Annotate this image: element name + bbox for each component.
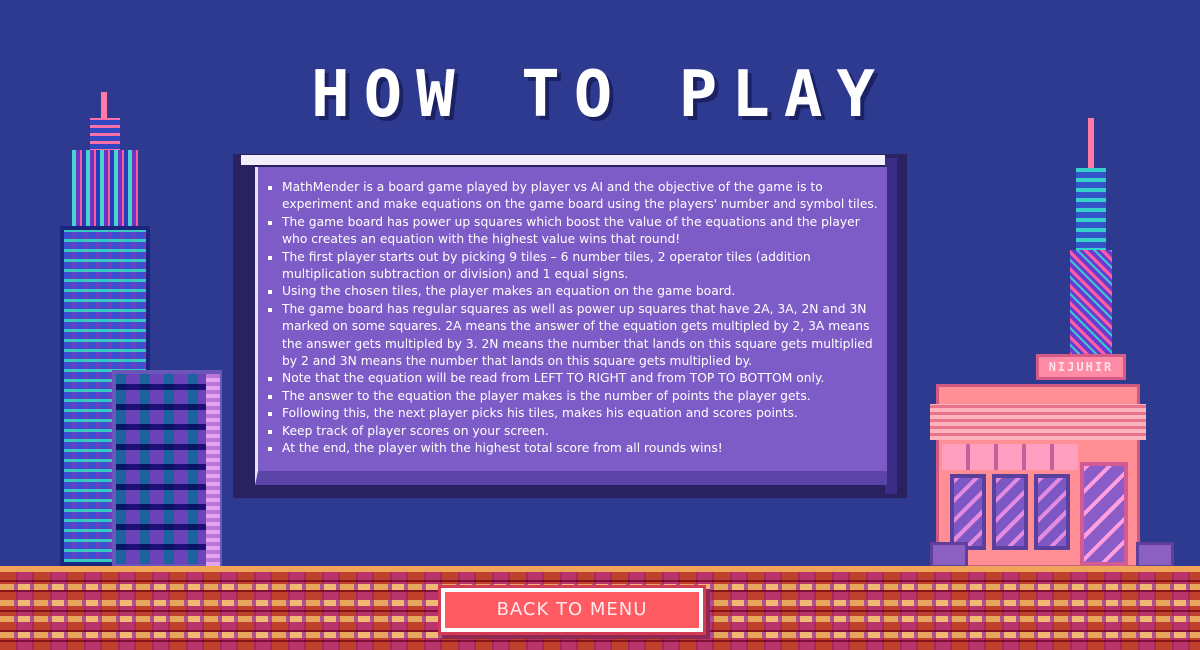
rule-item: Note that the equation will be read from… [262,370,886,387]
rule-item: The answer to the equation the player ma… [262,388,886,405]
rule-item: MathMender is a board game played by pla… [262,179,886,214]
rule-item: Keep track of player scores on your scre… [262,423,886,440]
rule-item: At the end, the player with the highest … [262,440,886,457]
left-building-stripe [206,374,220,566]
brick-row [0,632,1200,638]
shop-window [1034,474,1070,550]
instructions-panel-highlight [241,155,885,165]
rules-list: MathMender is a board game played by pla… [262,179,886,458]
back-to-menu-button[interactable]: BACK TO MENU [441,588,703,632]
rule-item: Following this, the next player picks hi… [262,405,886,422]
rule-item: The first player starts out by picking 9… [262,249,886,284]
shop-sign: NIJUHIR [1036,354,1126,380]
left-tower-spire [101,92,107,120]
planter [930,542,968,568]
right-tower-spire [1088,118,1094,170]
rule-item: The game board has regular squares as we… [262,301,886,371]
rule-item: Using the chosen tiles, the player makes… [262,283,886,300]
shop-door [1080,462,1128,566]
planter [1136,542,1174,568]
shop-awning [942,444,1078,470]
how-to-play-screen: HOW TO PLAY NIJUHIR MathMender is a boar… [0,0,1200,650]
shop-roof [930,404,1146,440]
right-tower [1070,250,1112,356]
left-tower-cap [90,118,120,152]
rule-item: The game board has power up squares whic… [262,214,886,249]
shop-window [992,474,1028,550]
right-tower-mid [1076,168,1106,252]
shop-window [950,474,986,550]
left-tower-top [72,150,138,230]
page-title: HOW TO PLAY [311,58,889,132]
ground-edge [0,566,1200,572]
